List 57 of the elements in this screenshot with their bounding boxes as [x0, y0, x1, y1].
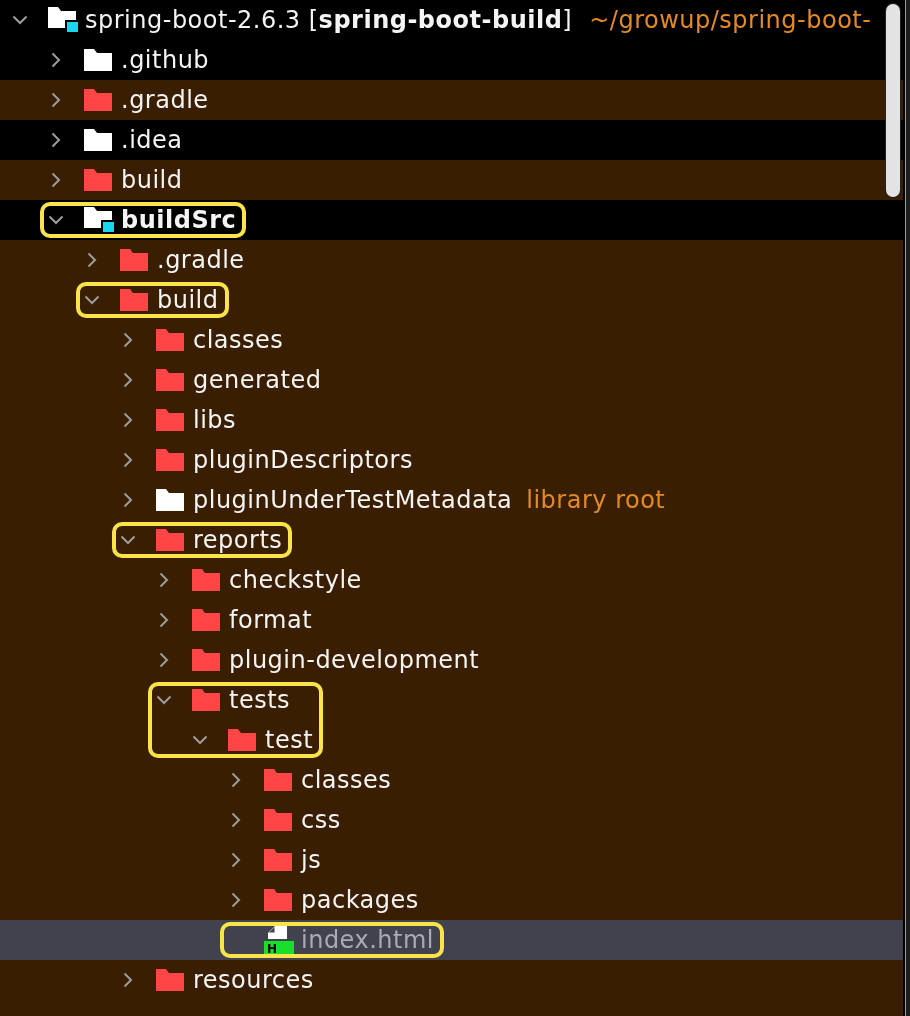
folder-name: .gradle [121, 85, 209, 115]
chevron-right-icon[interactable] [51, 92, 61, 108]
tree-row[interactable]: H index.html [0, 920, 903, 960]
folder-name: reports [193, 525, 283, 555]
folder-name: packages [301, 885, 419, 915]
chevron-right-icon[interactable] [159, 612, 169, 628]
folder-name: .gradle [157, 245, 245, 275]
module-name: buildSrc [121, 205, 237, 235]
folder-name: resources [193, 965, 314, 995]
chevron-down-icon[interactable] [192, 735, 208, 745]
folder-name: checkstyle [229, 565, 362, 595]
folder-name: test [265, 725, 314, 755]
library-root-label: library root [526, 485, 666, 515]
folder-name: format [229, 605, 313, 635]
chevron-right-icon[interactable] [159, 652, 169, 668]
chevron-down-icon[interactable] [12, 15, 28, 25]
chevron-right-icon[interactable] [123, 372, 133, 388]
chevron-right-icon[interactable] [51, 172, 61, 188]
chevron-right-icon[interactable] [231, 812, 241, 828]
chevron-right-icon[interactable] [123, 332, 133, 348]
tree-row[interactable]: buildSrc [0, 200, 903, 240]
folder-name: .idea [121, 125, 183, 155]
folder-name: css [301, 805, 341, 835]
folder-name: .github [121, 45, 210, 75]
folder-name: classes [301, 765, 392, 795]
chevron-down-icon[interactable] [84, 295, 100, 305]
chevron-right-icon[interactable] [231, 772, 241, 788]
chevron-right-icon[interactable] [231, 892, 241, 908]
chevron-right-icon[interactable] [123, 452, 133, 468]
file-name: index.html [301, 925, 434, 955]
chevron-right-icon[interactable] [51, 132, 61, 148]
folder-name: pluginDescriptors [193, 445, 413, 475]
chevron-down-icon[interactable] [120, 535, 136, 545]
folder-name: tests [229, 685, 291, 715]
folder-name: libs [193, 405, 237, 435]
chevron-right-icon[interactable] [87, 252, 97, 268]
chevron-right-icon[interactable] [123, 412, 133, 428]
chevron-right-icon[interactable] [123, 972, 133, 988]
folder-name: plugin-development [229, 645, 480, 675]
tree-row[interactable]: .github [0, 40, 903, 80]
scrollbar-thumb[interactable] [886, 4, 900, 197]
tree-row[interactable]: .idea [0, 120, 903, 160]
folder-name: js [301, 845, 322, 875]
project-name: spring-boot-2.6.3 [spring-boot-build] [85, 5, 573, 35]
folder-name: pluginUnderTestMetadata [193, 485, 513, 515]
chevron-right-icon[interactable] [51, 52, 61, 68]
chevron-right-icon[interactable] [231, 852, 241, 868]
folder-name: classes [193, 325, 284, 355]
folder-name: generated [193, 365, 322, 395]
chevron-right-icon[interactable] [123, 492, 133, 508]
project-path: ~/growup/spring-boot- [589, 5, 872, 35]
folder-name: build [157, 285, 219, 315]
chevron-right-icon[interactable] [159, 572, 169, 588]
tree-row[interactable]: spring-boot-2.6.3 [spring-boot-build] ~/growup/spring-boot- [0, 0, 903, 40]
chevron-down-icon[interactable] [48, 215, 64, 225]
folder-name: build [121, 165, 183, 195]
chevron-down-icon[interactable] [156, 695, 172, 705]
